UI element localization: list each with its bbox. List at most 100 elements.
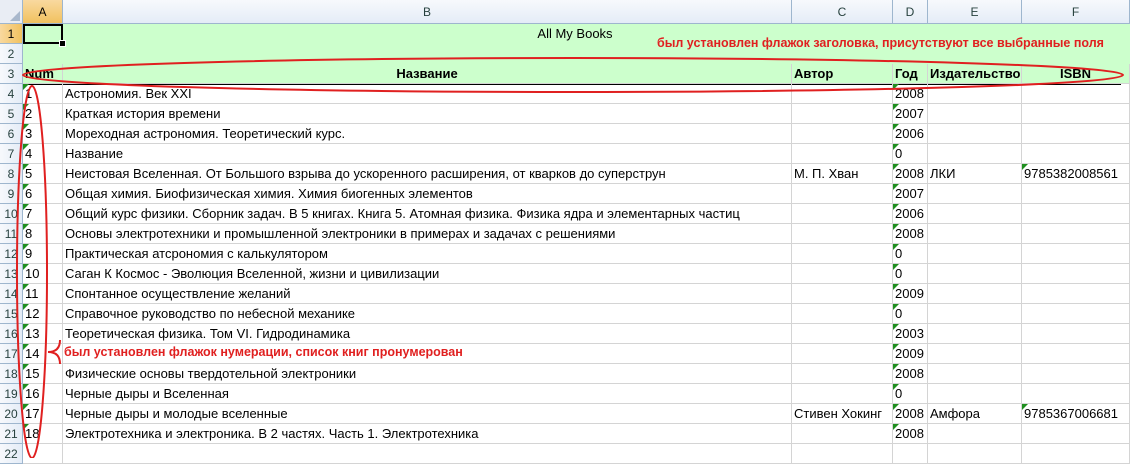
book-num-cell[interactable]: 6 <box>23 184 63 204</box>
row-header-1[interactable]: 1 <box>0 24 23 44</box>
column-header-B[interactable]: B <box>63 0 792 24</box>
empty-cell[interactable] <box>893 444 928 464</box>
book-publisher-cell[interactable] <box>928 184 1022 204</box>
empty-cell[interactable] <box>792 444 893 464</box>
row-header-21[interactable]: 21 <box>0 424 23 444</box>
book-isbn-cell[interactable]: 9785367006681 <box>1022 404 1130 424</box>
active-cell-A1[interactable] <box>23 24 63 44</box>
book-isbn-cell[interactable] <box>1022 364 1130 384</box>
book-author-cell[interactable] <box>792 144 893 164</box>
row-header-14[interactable]: 14 <box>0 284 23 304</box>
row-header-18[interactable]: 18 <box>0 364 23 384</box>
book-name-cell[interactable]: Астрономия. Век XXI <box>63 84 792 104</box>
row-header-12[interactable]: 12 <box>0 244 23 264</box>
book-isbn-cell[interactable] <box>1022 304 1130 324</box>
book-isbn-cell[interactable] <box>1022 84 1130 104</box>
book-num-cell[interactable]: 15 <box>23 364 63 384</box>
book-name-cell[interactable]: Спонтанное осуществление желаний <box>63 284 792 304</box>
empty-cell[interactable] <box>1022 444 1130 464</box>
book-year-cell[interactable]: 2008 <box>893 424 928 444</box>
book-publisher-cell[interactable] <box>928 204 1022 224</box>
column-header-D[interactable]: D <box>893 0 928 24</box>
book-year-cell[interactable]: 2007 <box>893 184 928 204</box>
book-isbn-cell[interactable] <box>1022 324 1130 344</box>
book-year-cell[interactable]: 2006 <box>893 124 928 144</box>
book-author-cell[interactable] <box>792 324 893 344</box>
book-num-cell[interactable]: 1 <box>23 84 63 104</box>
book-year-cell[interactable]: 0 <box>893 384 928 404</box>
book-author-cell[interactable] <box>792 364 893 384</box>
book-isbn-cell[interactable] <box>1022 104 1130 124</box>
book-author-cell[interactable] <box>792 244 893 264</box>
empty-cell[interactable] <box>23 444 63 464</box>
fill-handle[interactable] <box>59 40 66 47</box>
header-cell-num[interactable]: Num <box>23 64 63 84</box>
book-author-cell[interactable] <box>792 224 893 244</box>
book-publisher-cell[interactable] <box>928 244 1022 264</box>
book-num-cell[interactable]: 3 <box>23 124 63 144</box>
book-num-cell[interactable]: 9 <box>23 244 63 264</box>
header-cell-year[interactable]: Год <box>893 64 928 84</box>
book-publisher-cell[interactable] <box>928 324 1022 344</box>
row-header-17[interactable]: 17 <box>0 344 23 364</box>
book-author-cell[interactable]: Стивен Хокинг <box>792 404 893 424</box>
book-num-cell[interactable]: 12 <box>23 304 63 324</box>
book-isbn-cell[interactable] <box>1022 124 1130 144</box>
book-author-cell[interactable] <box>792 344 893 364</box>
book-num-cell[interactable]: 7 <box>23 204 63 224</box>
book-year-cell[interactable]: 2008 <box>893 364 928 384</box>
book-year-cell[interactable]: 0 <box>893 144 928 164</box>
book-name-cell[interactable]: Мореходная астрономия. Теоретический кур… <box>63 124 792 144</box>
book-name-cell[interactable]: Основы электротехники и промышленной эле… <box>63 224 792 244</box>
book-author-cell[interactable] <box>792 424 893 444</box>
empty-cell[interactable] <box>63 444 792 464</box>
column-header-E[interactable]: E <box>928 0 1022 24</box>
book-name-cell[interactable]: Черные дыры и молодые вселенные <box>63 404 792 424</box>
header-cell-publisher[interactable]: Издательство <box>928 64 1022 84</box>
book-name-cell[interactable]: Физические основы твердотельной электрон… <box>63 364 792 384</box>
row-header-9[interactable]: 9 <box>0 184 23 204</box>
book-num-cell[interactable]: 17 <box>23 404 63 424</box>
column-header-C[interactable]: C <box>792 0 893 24</box>
book-name-cell[interactable]: Общая химия. Биофизическая химия. Химия … <box>63 184 792 204</box>
row-header-20[interactable]: 20 <box>0 404 23 424</box>
book-name-cell[interactable]: Практическая атсрономия с калькулятором <box>63 244 792 264</box>
book-author-cell[interactable] <box>792 84 893 104</box>
book-isbn-cell[interactable]: 9785382008561 <box>1022 164 1130 184</box>
header-cell-author[interactable]: Автор <box>792 64 893 84</box>
header-cell-isbn[interactable]: ISBN <box>1022 64 1130 84</box>
book-isbn-cell[interactable] <box>1022 264 1130 284</box>
book-publisher-cell[interactable] <box>928 264 1022 284</box>
book-num-cell[interactable]: 2 <box>23 104 63 124</box>
book-year-cell[interactable]: 0 <box>893 244 928 264</box>
book-num-cell[interactable]: 14 <box>23 344 63 364</box>
book-isbn-cell[interactable] <box>1022 344 1130 364</box>
book-num-cell[interactable]: 10 <box>23 264 63 284</box>
row-header-6[interactable]: 6 <box>0 124 23 144</box>
book-publisher-cell[interactable]: Амфора <box>928 404 1022 424</box>
book-name-cell[interactable]: Справочное руководство по небесной механ… <box>63 304 792 324</box>
book-author-cell[interactable] <box>792 104 893 124</box>
book-publisher-cell[interactable] <box>928 364 1022 384</box>
row-header-16[interactable]: 16 <box>0 324 23 344</box>
select-all-corner[interactable] <box>0 0 23 24</box>
book-publisher-cell[interactable] <box>928 344 1022 364</box>
row-header-7[interactable]: 7 <box>0 144 23 164</box>
book-year-cell[interactable]: 2009 <box>893 344 928 364</box>
book-isbn-cell[interactable] <box>1022 144 1130 164</box>
book-isbn-cell[interactable] <box>1022 244 1130 264</box>
book-num-cell[interactable]: 16 <box>23 384 63 404</box>
book-publisher-cell[interactable] <box>928 104 1022 124</box>
book-isbn-cell[interactable] <box>1022 384 1130 404</box>
book-publisher-cell[interactable]: ЛКИ <box>928 164 1022 184</box>
book-year-cell[interactable]: 0 <box>893 264 928 284</box>
row-header-4[interactable]: 4 <box>0 84 23 104</box>
row-header-22[interactable]: 22 <box>0 444 23 464</box>
book-isbn-cell[interactable] <box>1022 184 1130 204</box>
row-header-2[interactable]: 2 <box>0 44 23 64</box>
book-publisher-cell[interactable] <box>928 284 1022 304</box>
book-author-cell[interactable] <box>792 124 893 144</box>
row-header-5[interactable]: 5 <box>0 104 23 124</box>
row-header-13[interactable]: 13 <box>0 264 23 284</box>
book-num-cell[interactable]: 4 <box>23 144 63 164</box>
